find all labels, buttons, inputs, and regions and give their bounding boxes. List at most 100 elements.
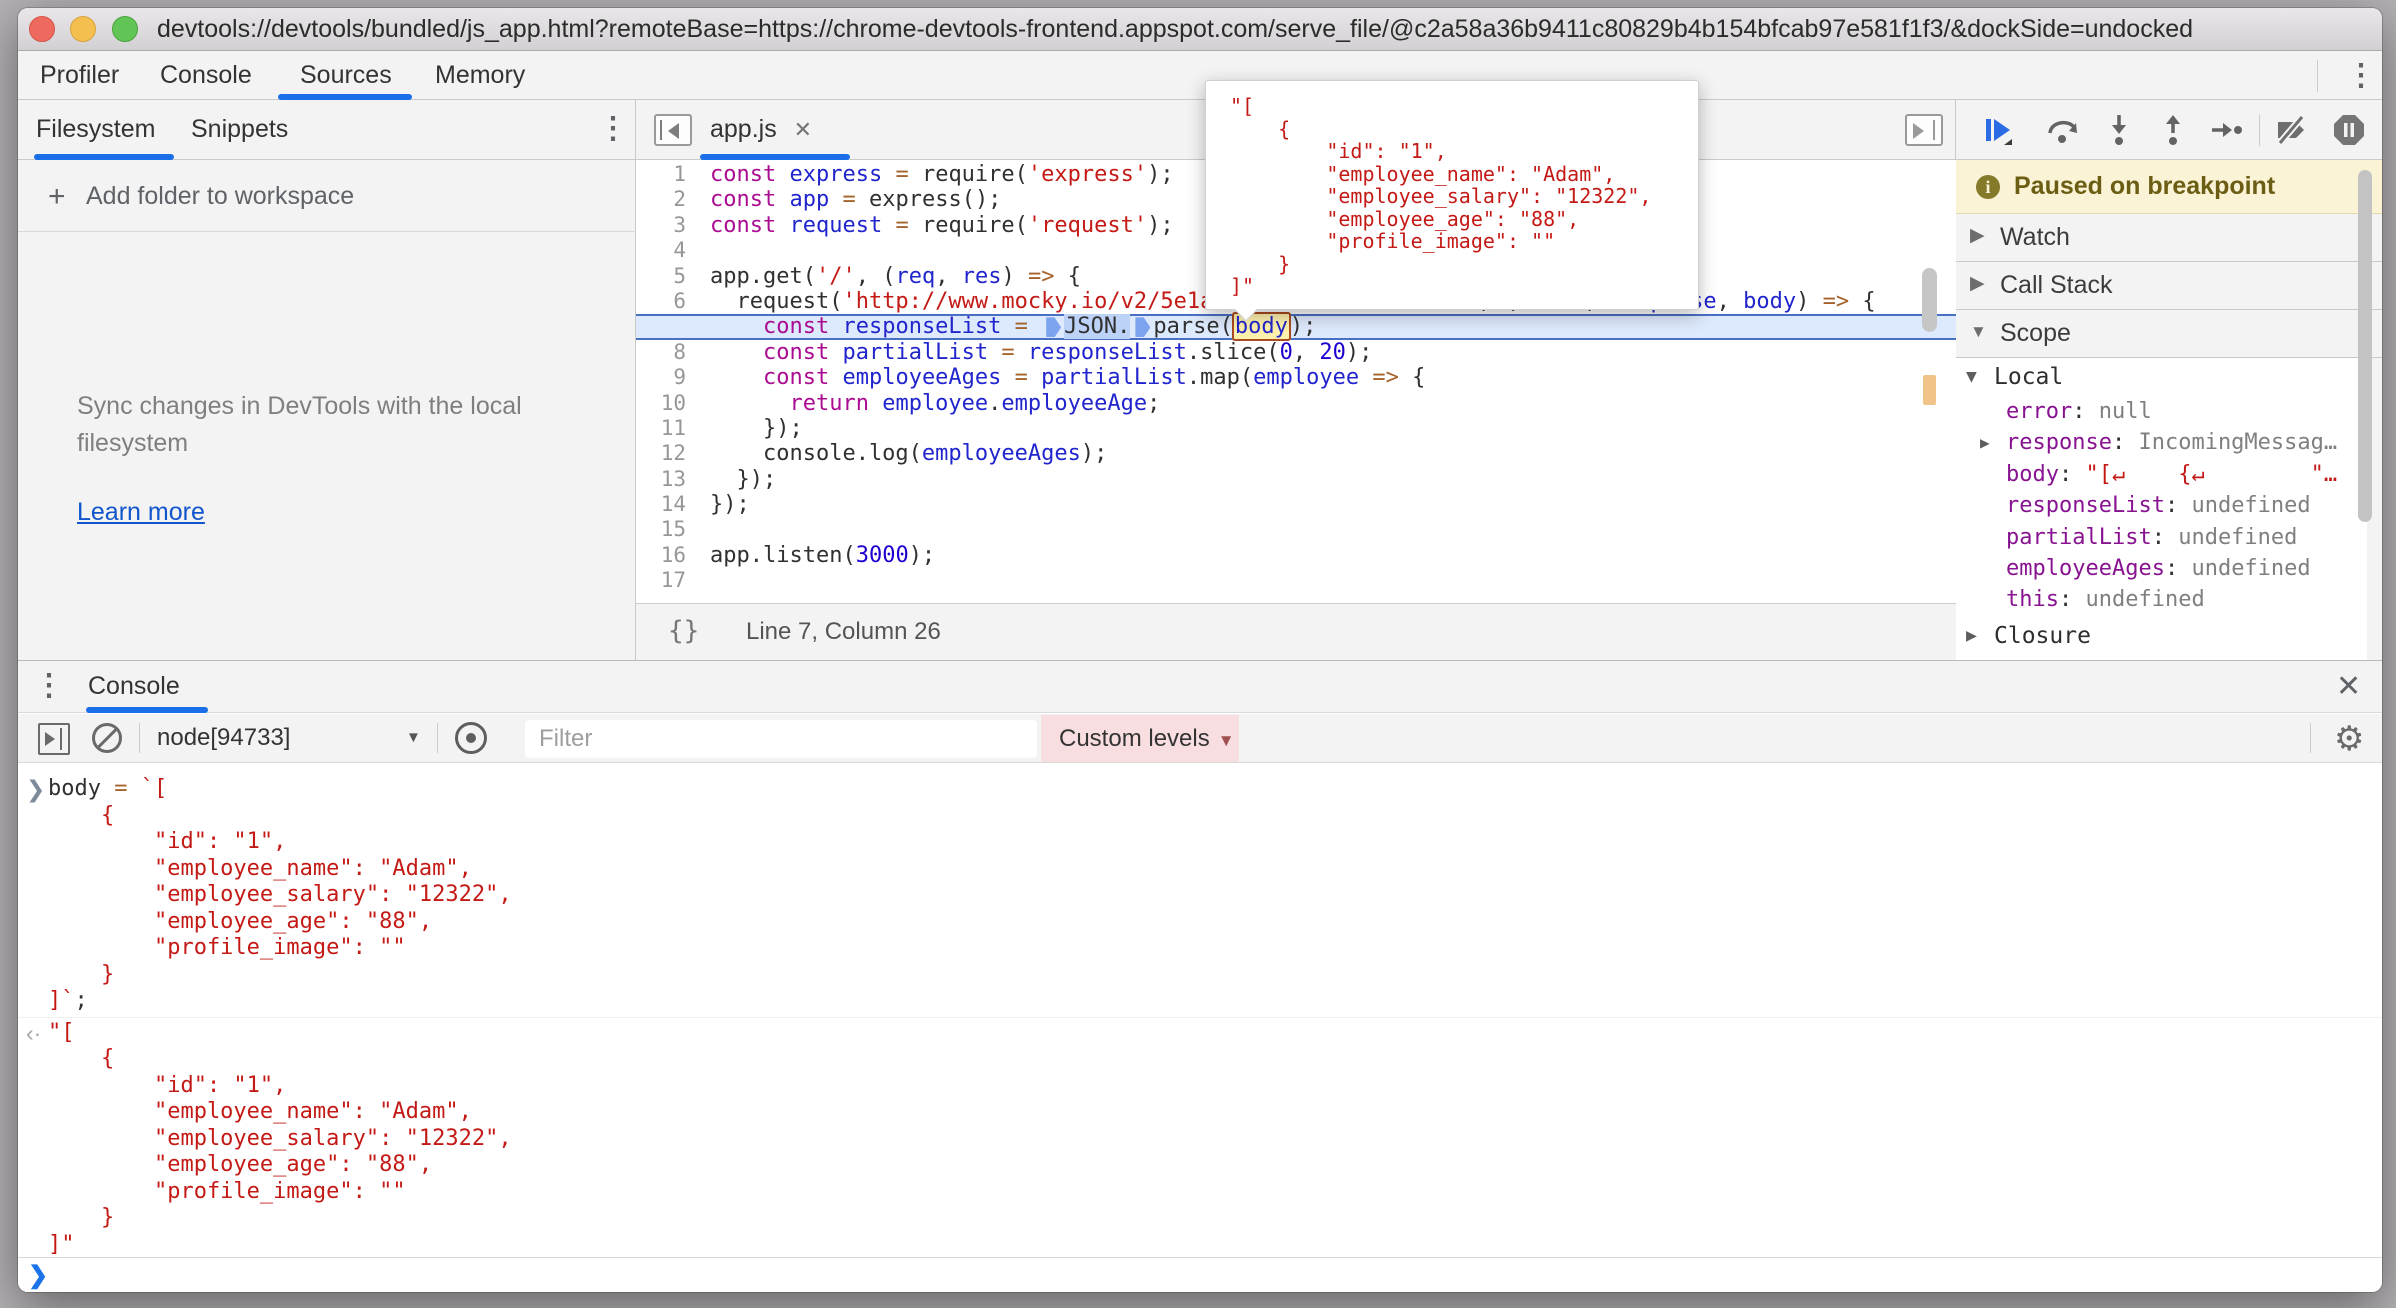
execution-context-selector[interactable]: node[94733] bbox=[157, 714, 290, 763]
execution-scroll-marker bbox=[1923, 375, 1936, 405]
toggle-navigator-icon[interactable] bbox=[654, 114, 692, 146]
zoom-window-button[interactable] bbox=[112, 16, 138, 42]
scope-entry-responseList: responseList: undefined bbox=[1956, 490, 2367, 521]
editor-gutter[interactable]: 12345677891011121314151617 bbox=[636, 162, 702, 594]
code-line: const employeeAges = partialList.map(emp… bbox=[710, 365, 1956, 390]
toolbar-separator bbox=[139, 723, 140, 753]
step-over-icon[interactable] bbox=[2046, 113, 2080, 147]
prompt-chevron-icon: ❯ bbox=[28, 1261, 48, 1290]
editor-vertical-scrollbar[interactable] bbox=[1922, 268, 1937, 332]
close-drawer-icon[interactable]: ✕ bbox=[2336, 669, 2361, 704]
add-folder-label: Add folder to workspace bbox=[86, 161, 354, 232]
learn-more-link[interactable]: Learn more bbox=[77, 498, 205, 527]
pause-on-exceptions-icon[interactable] bbox=[2332, 113, 2366, 147]
paused-banner-text: Paused on breakpoint bbox=[2014, 160, 2275, 214]
console-settings-gear-icon[interactable]: ⚙ bbox=[2334, 718, 2364, 760]
section-call-stack[interactable]: ▶ Call Stack bbox=[1956, 262, 2382, 310]
drawer-menu-kebab-icon[interactable]: ⋮ bbox=[34, 671, 64, 701]
show-console-sidebar-icon[interactable] bbox=[38, 723, 70, 755]
console-toolbar: node[94733] ▼ Custom levels▼ ⚙ bbox=[18, 714, 2382, 763]
add-folder-row[interactable]: + Add folder to workspace bbox=[18, 161, 636, 232]
gutter-line[interactable]: 13 bbox=[636, 467, 702, 492]
deactivate-breakpoints-icon[interactable] bbox=[2274, 113, 2308, 147]
scope-entries: error: null▶response: IncomingMessag…bod… bbox=[1956, 396, 2367, 616]
gutter-line[interactable]: 9 bbox=[636, 365, 702, 390]
tab-snippets[interactable]: Snippets bbox=[191, 100, 288, 158]
tab-console[interactable]: Console bbox=[160, 52, 252, 100]
result-arrow-icon: ‹· bbox=[26, 1020, 48, 1047]
debugger-panel: i Paused on breakpoint ▶ Watch ▶ Call St… bbox=[1956, 100, 2382, 660]
minimize-window-button[interactable] bbox=[70, 16, 96, 42]
scope-group-local[interactable]: ▼ Local bbox=[1956, 362, 2367, 392]
console-tab-underline bbox=[86, 707, 208, 713]
code-line: return employee.employeeAge; bbox=[710, 391, 1956, 416]
plus-icon: + bbox=[48, 161, 66, 232]
title-bar: devtools://devtools/bundled/js_app.html?… bbox=[18, 8, 2382, 51]
dropdown-arrow-icon[interactable]: ▼ bbox=[406, 714, 421, 763]
tab-filesystem[interactable]: Filesystem bbox=[36, 100, 155, 158]
popover-json-value: "[ { "id": "1", "employee_name": "Adam",… bbox=[1230, 95, 1698, 298]
section-watch[interactable]: ▶ Watch bbox=[1956, 214, 2382, 262]
scope-group-closure[interactable]: ▶ Closure bbox=[1956, 620, 2367, 652]
resume-script-icon[interactable] bbox=[1982, 113, 2016, 147]
code-line: }); bbox=[710, 467, 1956, 492]
live-expression-eye-icon[interactable] bbox=[455, 722, 487, 754]
variable-value-popover: "[ { "id": "1", "employee_name": "Adam",… bbox=[1205, 80, 1699, 310]
console-drawer-tab[interactable]: Console bbox=[88, 661, 180, 713]
gutter-line[interactable]: 15 bbox=[636, 517, 702, 542]
step-icon[interactable] bbox=[2210, 113, 2244, 147]
step-out-icon[interactable] bbox=[2156, 113, 2190, 147]
close-window-button[interactable] bbox=[29, 16, 55, 42]
debugger-panel-scrollbar[interactable] bbox=[2358, 170, 2372, 522]
pretty-print-icon[interactable]: {} bbox=[668, 604, 699, 661]
chevron-right-icon: ▶ bbox=[1966, 620, 1977, 652]
console-entry-command: ❯body = `[ { "id": "1", "employee_name":… bbox=[18, 776, 2382, 1018]
tab-memory[interactable]: Memory bbox=[435, 52, 525, 100]
info-icon: i bbox=[1976, 175, 2000, 199]
console-drawer: ⋮ Console ✕ node[94733] ▼ Custom levels▼… bbox=[18, 660, 2382, 1292]
file-tab-appjs[interactable]: app.js ✕ bbox=[710, 100, 812, 158]
custom-levels-dropdown[interactable]: Custom levels▼ bbox=[1041, 715, 1239, 762]
scope-pane: ▼ Local error: null▶response: IncomingMe… bbox=[1956, 358, 2367, 660]
gutter-line[interactable]: 10 bbox=[636, 391, 702, 416]
tab-sources[interactable]: Sources bbox=[300, 52, 392, 100]
gutter-line[interactable]: 14 bbox=[636, 492, 702, 517]
tab-profiler[interactable]: Profiler bbox=[40, 52, 119, 100]
gutter-line[interactable]: 8 bbox=[636, 340, 702, 365]
console-prompt-row[interactable]: ❯ bbox=[18, 1257, 2382, 1292]
navigator-sidebar: Filesystem Snippets ⋮ + Add folder to wo… bbox=[18, 100, 636, 660]
code-line: console.log(employeeAges); bbox=[710, 441, 1956, 466]
clear-console-icon[interactable] bbox=[92, 723, 122, 753]
main-menu-kebab-icon[interactable]: ⋮ bbox=[2346, 61, 2376, 91]
gutter-line[interactable]: 16 bbox=[636, 543, 702, 568]
toggle-debugger-panel-icon[interactable] bbox=[1905, 114, 1943, 146]
console-header: ⋮ Console ✕ bbox=[18, 661, 2382, 713]
gutter-line[interactable]: 12 bbox=[636, 441, 702, 466]
close-tab-icon[interactable]: ✕ bbox=[794, 117, 812, 142]
navigator-tab-bar: Filesystem Snippets ⋮ bbox=[18, 100, 635, 160]
editor-status-bar: {} Line 7, Column 26 bbox=[636, 603, 1956, 660]
gutter-line[interactable]: 6 bbox=[636, 289, 702, 314]
toolbar-separator bbox=[437, 723, 438, 753]
code-line bbox=[710, 568, 1956, 593]
code-line: const responseList = JSON.parse(body); bbox=[636, 314, 1956, 339]
gutter-line[interactable]: 11 bbox=[636, 416, 702, 441]
scope-entry-this: this: undefined bbox=[1956, 584, 2367, 615]
console-filter-input[interactable] bbox=[525, 720, 1037, 758]
navigator-active-underline bbox=[34, 154, 174, 160]
gutter-line[interactable]: 17 bbox=[636, 568, 702, 593]
section-scope[interactable]: ▼ Scope bbox=[1956, 310, 2382, 358]
gutter-line[interactable]: 2 bbox=[636, 187, 702, 212]
sync-description: Sync changes in DevTools with the local … bbox=[77, 388, 557, 462]
step-into-icon[interactable] bbox=[2102, 113, 2136, 147]
gutter-line[interactable]: 5 bbox=[636, 264, 702, 289]
gutter-line[interactable]: 3 bbox=[636, 213, 702, 238]
code-line: }); bbox=[710, 492, 1956, 517]
scope-entry-response[interactable]: ▶response: IncomingMessag… bbox=[1956, 427, 2367, 458]
scope-entry-body: body: "[↵ {↵ "… bbox=[1956, 459, 2367, 490]
navigator-menu-kebab-icon[interactable]: ⋮ bbox=[598, 114, 628, 144]
gutter-line[interactable]: 4 bbox=[636, 238, 702, 263]
chevron-right-icon: ▶ bbox=[1970, 214, 1985, 262]
gutter-line[interactable]: 1 bbox=[636, 162, 702, 187]
main-tab-bar: Profiler Console Sources Memory ⋮ bbox=[18, 52, 2382, 100]
